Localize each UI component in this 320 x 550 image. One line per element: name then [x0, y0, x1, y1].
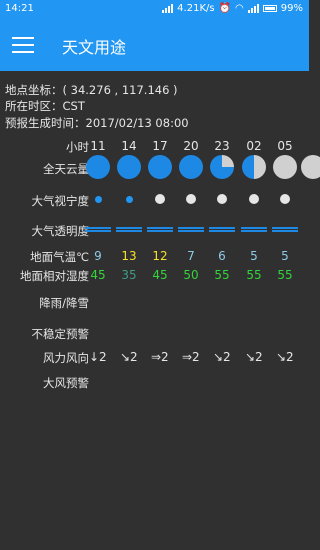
battery-icon: [262, 5, 277, 12]
alarm-icon: ⏰: [218, 3, 232, 14]
humidity-value: 50: [183, 268, 199, 282]
cloud-cover-dot: [86, 155, 110, 179]
wind-value: ⇒2: [151, 350, 169, 364]
row-label-humidity: 地面相对湿度: [20, 269, 89, 283]
wind-value: ↘2: [276, 350, 294, 364]
row-label-cloud: 全天云量: [43, 162, 89, 176]
wind-value: ↘2: [245, 350, 263, 364]
status-time: 14:21: [5, 3, 34, 14]
network-speed: 4.21K/s: [177, 3, 215, 14]
humidity-value: 45: [152, 268, 168, 282]
transparency-band: [85, 227, 111, 232]
row-label-gale: 大风预警: [43, 376, 89, 390]
temperature-value: 12: [152, 249, 168, 263]
seeing-dot: [125, 195, 133, 203]
row-label-seeing: 大气视宁度: [31, 194, 90, 208]
cloud-cover-dot: [242, 155, 266, 179]
temperature-value: 5: [281, 249, 289, 263]
app-bar: 天文用途: [0, 20, 309, 71]
page-title: 天文用途: [62, 38, 127, 57]
status-bar: 14:21 4.21K/s ⏰ ◠ 99%: [0, 0, 309, 20]
hour-label: 17: [152, 139, 168, 153]
seeing-dot: [280, 194, 290, 204]
transparency-band: [147, 227, 173, 232]
coords-text: 地点坐标：( 34.276 , 117.146 ): [5, 83, 178, 97]
humidity-value: 55: [277, 268, 293, 282]
hour-label: 14: [121, 139, 137, 153]
seeing-dot: [217, 194, 227, 204]
seeing-dot: [249, 194, 259, 204]
menu-icon[interactable]: [12, 37, 34, 53]
hour-label: 11: [90, 139, 106, 153]
seeing-dot: [155, 194, 165, 204]
seeing-dot: [186, 194, 196, 204]
transparency-band: [272, 227, 298, 232]
wind-value: ⇒2: [182, 350, 200, 364]
temperature-value: 7: [187, 249, 195, 263]
hour-label: 02: [246, 139, 262, 153]
temperature-value: 6: [218, 249, 226, 263]
cloud-cover-dot-offscreen: [301, 155, 320, 179]
battery-percent: 99%: [280, 3, 303, 14]
cloud-cover-dot: [210, 155, 234, 179]
cloud-cover-dot: [273, 155, 297, 179]
humidity-value: 55: [214, 268, 230, 282]
temperature-value: 5: [250, 249, 258, 263]
hour-label: 05: [277, 139, 293, 153]
hour-label: 23: [214, 139, 230, 153]
row-label-transparency: 大气透明度: [31, 224, 90, 238]
cloud-cover-dot: [148, 155, 172, 179]
status-icons: 4.21K/s ⏰ ◠ 99%: [162, 3, 303, 14]
seeing-dot: [94, 195, 102, 203]
row-label-precip: 降雨/降雪: [39, 296, 89, 310]
hour-label: 20: [183, 139, 199, 153]
humidity-value: 35: [121, 268, 137, 282]
humidity-value: 55: [246, 268, 262, 282]
wifi-icon: ◠: [235, 3, 244, 14]
transparency-band: [116, 227, 142, 232]
transparency-band: [241, 227, 267, 232]
timezone-text: 所在时区：CST: [5, 99, 85, 113]
humidity-value: 45: [90, 268, 106, 282]
temperature-value: 9: [94, 249, 102, 263]
generated-time-text: 预报生成时间：2017/02/13 08:00: [5, 116, 189, 130]
transparency-band: [209, 227, 235, 232]
temperature-value: 13: [121, 249, 137, 263]
cloud-cover-dot: [117, 155, 141, 179]
transparency-band: [178, 227, 204, 232]
row-label-temp: 地面气温℃: [30, 250, 89, 264]
wind-value: ↘2: [120, 350, 138, 364]
row-label-instability: 不稳定预警: [31, 327, 90, 341]
cloud-cover-dot: [179, 155, 203, 179]
wind-value: ↓2: [89, 350, 107, 364]
cell-signal-icon: [247, 4, 259, 13]
signal-icon: [162, 4, 174, 13]
row-label-wind: 风力风向: [43, 351, 89, 365]
wind-value: ↘2: [213, 350, 231, 364]
